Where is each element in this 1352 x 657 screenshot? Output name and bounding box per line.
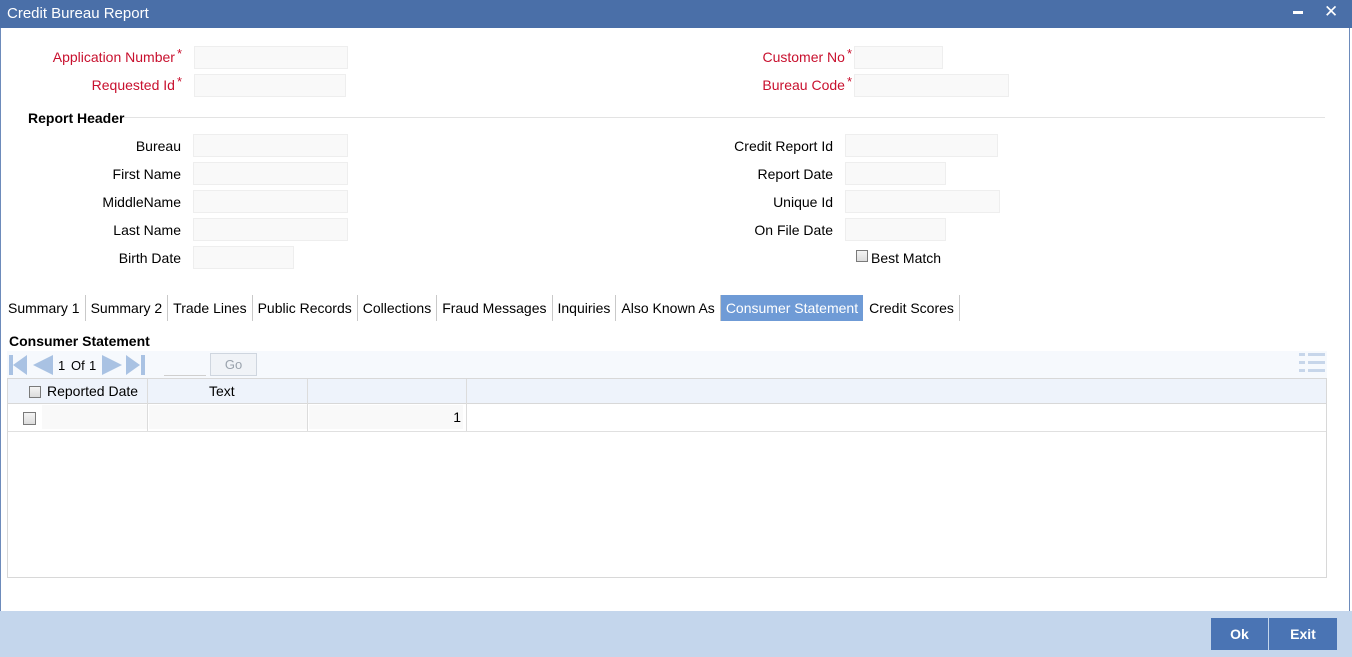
prev-page-icon[interactable] [33, 355, 53, 375]
tab-credit-scores[interactable]: Credit Scores [864, 295, 960, 321]
first-page-icon[interactable] [13, 355, 27, 375]
customer-no-label: Customer No * [762, 46, 852, 65]
credit-report-id-field[interactable] [845, 134, 998, 157]
on-file-date-label: On File Date [754, 222, 833, 238]
application-number-field[interactable] [194, 46, 348, 69]
credit-report-id-label: Credit Report Id [734, 138, 833, 154]
page-number-input[interactable] [164, 354, 206, 376]
row-text-cell[interactable] [149, 405, 307, 429]
tab-summary-1[interactable]: Summary 1 [3, 295, 86, 321]
tab-inquiries[interactable]: Inquiries [553, 295, 617, 321]
requested-id-label: Requested Id * [91, 74, 182, 93]
tab-bar: Summary 1 Summary 2 Trade Lines Public R… [3, 295, 960, 321]
title-bar [0, 0, 1352, 28]
bureau-code-label: Bureau Code * [762, 74, 852, 93]
tab-public-records[interactable]: Public Records [253, 295, 358, 321]
tab-fraud-messages[interactable]: Fraud Messages [437, 295, 553, 321]
bureau-label: Bureau [135, 138, 181, 154]
go-button[interactable]: Go [210, 353, 257, 376]
pager-of-label: Of [71, 358, 85, 373]
exit-button[interactable]: Exit [1269, 618, 1337, 650]
unique-id-label: Unique Id [773, 194, 833, 210]
customer-no-field[interactable] [854, 46, 943, 69]
pager-current: 1 [58, 358, 66, 373]
next-page-icon[interactable] [102, 355, 122, 375]
requested-id-field[interactable] [194, 74, 346, 97]
column-header-text[interactable]: Text [209, 383, 235, 399]
tab-summary-2[interactable]: Summary 2 [86, 295, 169, 321]
unique-id-field[interactable] [845, 190, 1000, 213]
minimize-icon[interactable]: ▬ [1293, 6, 1303, 17]
report-header-title: Report Header [28, 110, 125, 126]
birth-date-field[interactable] [193, 246, 294, 269]
last-page-icon[interactable] [126, 355, 140, 375]
best-match-label: Best Match [871, 250, 942, 266]
birth-date-label: Birth Date [118, 250, 181, 266]
row-reported-date-cell[interactable] [42, 405, 147, 429]
row-checkbox[interactable] [23, 412, 36, 425]
table-row[interactable]: 1 [8, 403, 1326, 432]
bureau-code-field[interactable] [854, 74, 1009, 97]
first-name-label: First Name [112, 166, 181, 182]
last-page-bar [141, 355, 145, 375]
middle-name-label: MiddleName [102, 194, 181, 210]
pager-total: 1 [89, 358, 97, 373]
tab-also-known-as[interactable]: Also Known As [616, 295, 721, 321]
column-header-seq [308, 379, 467, 403]
report-date-label: Report Date [757, 166, 833, 182]
last-name-label: Last Name [113, 222, 181, 238]
bureau-field[interactable] [193, 134, 348, 157]
middle-name-field[interactable] [193, 190, 348, 213]
tab-trade-lines[interactable]: Trade Lines [168, 295, 253, 321]
consumer-statement-grid: Reported Date Text 1 [7, 378, 1327, 578]
close-icon[interactable]: ✕ [1324, 2, 1338, 22]
last-name-field[interactable] [193, 218, 348, 241]
application-number-label: Application Number * [52, 46, 182, 65]
tab-consumer-statement[interactable]: Consumer Statement [720, 295, 865, 321]
on-file-date-field[interactable] [845, 218, 946, 241]
column-header-reported-date[interactable]: Reported Date [47, 383, 138, 399]
consumer-statement-title: Consumer Statement [9, 333, 150, 349]
row-seq-cell: 1 [309, 405, 463, 429]
report-date-field[interactable] [845, 162, 946, 185]
grid-header: Reported Date Text [8, 379, 1326, 404]
tab-collections[interactable]: Collections [358, 295, 438, 321]
window-title: Credit Bureau Report [7, 5, 149, 22]
best-match-checkbox[interactable] [856, 250, 868, 262]
ok-button[interactable]: Ok [1211, 618, 1268, 650]
report-header-divider [124, 117, 1325, 118]
first-name-field[interactable] [193, 162, 348, 185]
footer-bar [0, 611, 1352, 657]
columns-menu-icon[interactable] [1299, 353, 1325, 373]
